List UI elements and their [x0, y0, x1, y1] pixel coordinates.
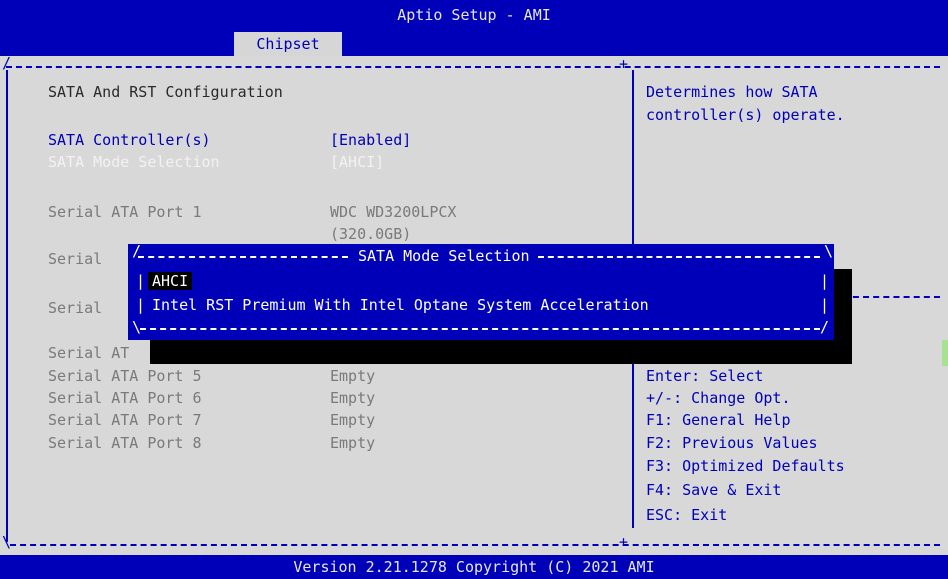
left-border: [6, 70, 8, 542]
app-title: Aptio Setup - AMI: [397, 6, 551, 24]
port-6-value: Empty: [330, 389, 376, 407]
popup-bottom-border: [140, 328, 820, 330]
border-corner-bl: \: [2, 533, 12, 551]
port-5-label: Serial ATA Port 5: [48, 367, 202, 385]
help-description-line2: controller(s) operate.: [646, 106, 845, 124]
port-4-label: Serial AT: [48, 344, 130, 362]
sata-controller-value[interactable]: [Enabled]: [330, 131, 411, 149]
port-2-label: Serial: [48, 250, 103, 268]
port-1-value: WDC WD3200LPCX: [330, 203, 457, 221]
version-text: Version 2.21.1278 Copyright (C) 2021 AMI: [293, 558, 655, 576]
popup-title: SATA Mode Selection: [358, 247, 530, 265]
sata-mode-popup: SATA Mode Selection / \ | AHCI | | Intel…: [128, 242, 834, 340]
title-bar: Aptio Setup - AMI Chipset: [0, 0, 948, 56]
help-key-f2: F2: Previous Values: [646, 434, 818, 452]
center-divider-lower: [632, 356, 634, 528]
footer-bar: Version 2.21.1278 Copyright (C) 2021 AMI: [0, 555, 948, 579]
popup-top-border-left: [138, 256, 348, 258]
popup-right-bar-2: |: [820, 296, 830, 314]
popup-right-bar: |: [820, 272, 830, 290]
port-1-label: Serial ATA Port 1: [48, 203, 202, 221]
help-key-f1: F1: General Help: [646, 411, 791, 429]
port-7-value: Empty: [330, 411, 376, 429]
sata-mode-selection-label[interactable]: SATA Mode Selection: [48, 153, 220, 171]
popup-corner-tr: \: [824, 242, 834, 260]
help-key-f4: F4: Save & Exit: [646, 481, 782, 499]
tab-chipset[interactable]: Chipset: [234, 32, 342, 56]
popup-left-bar: |: [136, 272, 146, 290]
border-plus-top: +: [619, 55, 629, 73]
center-divider: [632, 70, 634, 250]
port-7-label: Serial ATA Port 7: [48, 411, 202, 429]
section-title: SATA And RST Configuration: [48, 83, 283, 101]
help-key-esc: ESC: Exit: [646, 506, 728, 524]
popup-corner-bl: \: [132, 318, 142, 336]
border-plus-bottom: +: [619, 533, 629, 551]
popup-option-ahci[interactable]: AHCI: [148, 272, 193, 290]
port-6-label: Serial ATA Port 6: [48, 389, 202, 407]
port-8-value: Empty: [330, 434, 376, 452]
sata-controller-label[interactable]: SATA Controller(s): [48, 131, 211, 149]
port-1-capacity: (320.0GB): [330, 225, 412, 243]
popup-left-bar-2: |: [136, 296, 146, 314]
popup-option-intel-rst[interactable]: Intel RST Premium With Intel Optane Syst…: [152, 296, 649, 314]
bottom-border: [10, 544, 940, 546]
popup-top-border-right: [538, 256, 820, 258]
help-key-change: +/-: Change Opt.: [646, 389, 791, 407]
edge-marker: [942, 340, 948, 366]
top-border: [6, 66, 940, 68]
port-5-value: Empty: [330, 367, 376, 385]
sata-mode-selection-value[interactable]: [AHCI]: [330, 153, 384, 171]
help-key-enter: Enter: Select: [646, 367, 764, 385]
help-key-f3: F3: Optimized Defaults: [646, 457, 845, 475]
port-8-label: Serial ATA Port 8: [48, 434, 202, 452]
port-3-label: Serial: [48, 299, 103, 317]
help-description-line1: Determines how SATA: [646, 83, 818, 101]
popup-corner-br: /: [820, 318, 830, 336]
popup-corner-tl: /: [132, 242, 142, 260]
